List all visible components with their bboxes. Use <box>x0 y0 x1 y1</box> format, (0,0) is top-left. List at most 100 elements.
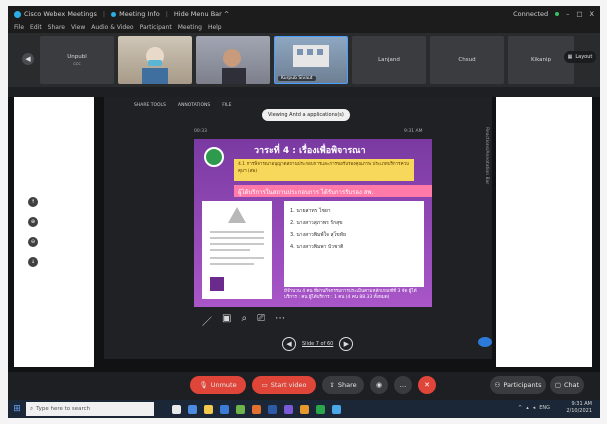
file-explorer-icon[interactable] <box>204 404 213 414</box>
app-title: Cisco Webex Meetings <box>14 10 97 18</box>
meeting-info-link[interactable]: Meeting Info <box>119 10 160 18</box>
language-indicator[interactable]: ENG <box>539 405 550 411</box>
end-meeting-button[interactable]: ✕ <box>418 376 436 394</box>
layout-icon: ▦ <box>567 54 573 60</box>
menu-participant[interactable]: Participant <box>140 24 172 31</box>
annotations-button[interactable]: ANNOTATIONS <box>178 103 210 108</box>
menu-file[interactable]: File <box>14 24 24 31</box>
next-slide-button[interactable]: ▶ <box>339 337 354 351</box>
list-item: 4. นางสาวพิมพา บัวชาติ <box>290 244 344 250</box>
menu-meeting[interactable]: Meeting <box>178 24 202 31</box>
name-list: 1. นายสาทร ไชยา 2. นางสาวสุภาพร รักสุข 3… <box>284 201 424 287</box>
more-icon[interactable]: ⋯ <box>275 313 285 328</box>
share-button[interactable]: ⇪ Share <box>322 376 364 394</box>
vscode-icon[interactable] <box>284 404 293 414</box>
participant-video-tile-active[interactable]: Kurpub Sivaut <box>274 36 348 84</box>
app-title-text: Cisco Webex Meetings <box>24 10 97 18</box>
ministry-logo-icon <box>204 147 224 167</box>
search-icon[interactable]: ⌕ <box>241 313 247 328</box>
elapsed-time: 00:33 <box>194 129 207 134</box>
person-video-icon <box>222 49 246 84</box>
chat-icon: ▢ <box>554 381 561 389</box>
menu-bar: File Edit Share View Audio & Video Parti… <box>8 22 600 33</box>
menu-share[interactable]: Share <box>48 24 65 31</box>
list-item: 1. นายสาทร ไชยา <box>290 208 331 214</box>
shared-content-window: SHARE TOOLS ANNOTATIONS FILE Viewing Ant… <box>104 97 492 359</box>
viewing-tooltip: Viewing Antd a applications(s) <box>262 109 350 121</box>
scroll-up-icon[interactable]: ↑ <box>28 197 38 207</box>
word-icon[interactable] <box>268 404 277 414</box>
participant-tile[interactable]: Unpubl ccc <box>40 36 114 84</box>
copy-icon[interactable]: ▣ <box>222 313 231 328</box>
person-video-icon <box>142 47 168 84</box>
close-button[interactable]: X <box>590 10 594 18</box>
menu-audio-video[interactable]: Audio & Video <box>91 24 133 31</box>
video-off-icon: ▭ <box>261 381 268 389</box>
slide-footer-note: มีจำนวน 4 คน ที่ผ่านกิจกรรมการประเมินตาม… <box>284 289 417 300</box>
menu-help[interactable]: Help <box>208 24 222 31</box>
unmute-button[interactable]: 🎙 Unmute <box>190 376 246 394</box>
zoom-tools: ↑ ⊕ ⊖ ↓ <box>28 197 38 267</box>
strip-prev-icon[interactable]: ◀ <box>22 53 34 65</box>
layout-button[interactable]: ▦ Layout <box>564 51 596 63</box>
slide-title: วาระที่ 4 : เรื่องเพื่อพิจารณา <box>254 146 366 156</box>
participant-tile[interactable]: Chsud <box>430 36 504 84</box>
minimize-button[interactable]: – <box>566 10 569 18</box>
list-item: 3. นางสาวพิมพ์ใจ สุโขทัย <box>290 232 346 238</box>
participant-name: Kurpub Sivaut <box>278 76 316 81</box>
left-blank-panel: ↑ ⊕ ⊖ ↓ <box>14 97 94 367</box>
title-bar: Cisco Webex Meetings | Meeting Info | Hi… <box>8 6 600 22</box>
line-icon[interactable] <box>316 404 325 414</box>
monitor-screen: Cisco Webex Meetings | Meeting Info | Hi… <box>8 6 600 418</box>
participant-tile[interactable]: Lanjand <box>352 36 426 84</box>
taskbar-search-box[interactable]: ⌕ Type here to search <box>26 402 154 416</box>
menu-edit[interactable]: Edit <box>30 24 42 31</box>
hide-menu-bar-button[interactable]: Hide Menu Bar ^ <box>174 10 229 18</box>
maximize-button[interactable]: □ <box>576 10 582 18</box>
meeting-info-icon[interactable] <box>111 11 117 17</box>
scroll-down-icon[interactable]: ↓ <box>28 257 38 267</box>
firefox-icon[interactable] <box>252 404 261 414</box>
start-video-button[interactable]: ▭ Start video <box>252 376 316 394</box>
chat-button[interactable]: ▢ Chat <box>550 376 584 394</box>
webex-taskbar-icon[interactable] <box>332 404 341 414</box>
right-blank-panel <box>496 97 592 367</box>
zoom-in-icon[interactable]: ⊕ <box>28 217 38 227</box>
file-button[interactable]: FILE <box>222 103 231 108</box>
zoom-out-icon[interactable]: ⊖ <box>28 237 38 247</box>
share-tools-button[interactable]: SHARE TOOLS <box>134 103 166 108</box>
participant-video-tile[interactable] <box>196 36 270 84</box>
share-toolbar: SHARE TOOLS ANNOTATIONS FILE <box>134 103 232 108</box>
slide-counter: Slide 7 of 60 <box>302 341 334 347</box>
prev-slide-button[interactable]: ◀ <box>282 337 296 351</box>
present-icon[interactable]: ⎚ <box>257 313 265 328</box>
photo-frame: Cisco Webex Meetings | Meeting Info | Hi… <box>0 0 607 424</box>
participants-button[interactable]: ⚇ Participants <box>490 376 546 394</box>
meeting-controls: 🎙 Unmute ▭ Start video ⇪ Share ◉ ... ✕ ⚇… <box>8 372 600 398</box>
windows-start-icon[interactable]: ⊞ <box>8 400 26 418</box>
menu-view[interactable]: View <box>71 24 85 31</box>
chrome-icon[interactable] <box>236 404 245 414</box>
pen-icon[interactable]: ／ <box>202 313 212 328</box>
annotation-bar-label: Reactions/Annotation Bar <box>484 127 489 185</box>
window-controls: Connected – □ X <box>513 10 594 18</box>
recording-button[interactable]: ◉ <box>370 376 388 394</box>
certificate-image <box>202 201 272 299</box>
task-view-icon[interactable] <box>172 404 181 414</box>
store-icon[interactable] <box>220 404 229 414</box>
main-stage: ↑ ⊕ ⊖ ↓ SHARE TOOLS ANNOTATIONS FILE Vie… <box>8 97 600 397</box>
search-icon: ⌕ <box>30 405 34 412</box>
participant-strip: ◀ Unpubl ccc Kurpub Sivaut Lanjand Chsud… <box>8 33 600 87</box>
mic-muted-icon: 🎙 <box>199 381 208 389</box>
annotation-tools: ／ ▣ ⌕ ⎚ ⋯ <box>202 313 285 328</box>
share-icon: ⇪ <box>329 381 335 389</box>
app-icon[interactable] <box>300 404 309 414</box>
edge-icon[interactable] <box>188 404 197 414</box>
participant-video-tile[interactable] <box>118 36 192 84</box>
qr-code-icon <box>210 277 224 291</box>
more-options-button[interactable]: ... <box>394 376 412 394</box>
chevron-up-icon[interactable]: ^ <box>518 405 522 411</box>
volume-icon[interactable]: ◂ <box>533 405 536 411</box>
taskbar-clock[interactable]: 9:31 AM 2/10/2021 <box>566 401 592 415</box>
network-icon[interactable]: ▴ <box>526 405 529 411</box>
